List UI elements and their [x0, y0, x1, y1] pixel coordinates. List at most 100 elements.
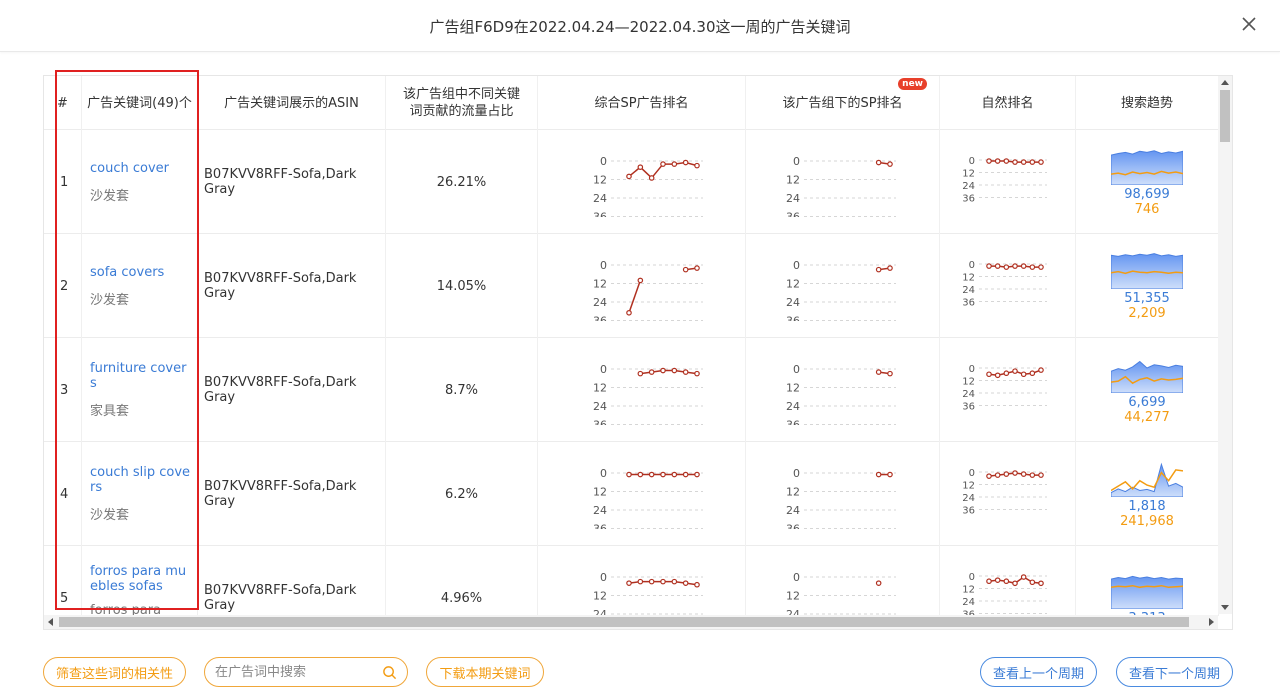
keyword-link[interactable]: sofa covers: [90, 265, 164, 280]
rank-axis-tick: 0: [600, 259, 607, 272]
group-sp-rank-chart: 0122436: [786, 571, 896, 616]
search-volume-area: [1111, 462, 1183, 497]
next-period-button[interactable]: 查看下一个周期: [1116, 657, 1233, 687]
search-volume-area: [1111, 253, 1183, 289]
search-rank: 746: [1134, 202, 1160, 217]
trend-values: 51,355 2,209: [1124, 291, 1170, 321]
rank-point: [1003, 158, 1009, 164]
asin-cell: B07KVV8RFF-Sofa,Dark Gray: [198, 130, 386, 234]
search-volume: 51,355: [1124, 291, 1170, 306]
keyword-link[interactable]: forros para muebles sofas: [90, 564, 193, 594]
rank-point: [1020, 159, 1026, 165]
rank-point: [886, 370, 893, 377]
rank-axis-tick: 24: [593, 296, 607, 309]
rank-point: [671, 367, 677, 374]
rank-axis-tick: 0: [968, 468, 974, 479]
rank-axis-tick: 36: [962, 194, 975, 205]
scroll-down-icon[interactable]: [1221, 605, 1229, 610]
rank-axis-tick: 12: [593, 278, 607, 291]
keyword-cell: couch slip covers 沙发套: [82, 442, 198, 546]
rank-point: [1020, 574, 1026, 580]
search-rank: 2,209: [1128, 306, 1166, 321]
sp-rank-chart: 0122436: [593, 467, 703, 529]
table-row: 2 sofa covers 沙发套 B07KVV8RFF-Sofa,Dark Gray…: [44, 234, 1219, 338]
rank-point: [637, 578, 643, 585]
rank-axis-tick: 36: [962, 298, 975, 309]
trend-values: 98,699 746: [1124, 187, 1170, 217]
close-icon[interactable]: [1240, 15, 1258, 33]
rank-point: [1011, 580, 1018, 587]
search-trend-cell: 6,699 44,277: [1076, 338, 1219, 442]
rank-point: [693, 370, 700, 377]
sp-rank-chart: 0122436: [593, 363, 703, 425]
rank-axis-tick: 12: [962, 273, 975, 284]
rank-axis-tick: 24: [593, 504, 607, 517]
rank-axis-tick: 24: [786, 192, 800, 205]
download-keywords-button[interactable]: 下载本期关键词: [426, 657, 544, 687]
rank-axis-tick: 12: [593, 174, 607, 187]
rank-point: [994, 158, 1000, 164]
vertical-scroll-thumb[interactable]: [1220, 90, 1230, 142]
rank-axis-tick: 0: [793, 571, 800, 584]
search-rank: 44,277: [1124, 410, 1170, 425]
rank-axis-tick: 24: [786, 400, 800, 413]
header-group-sp-rank: 该广告组下的SP排名 new: [746, 76, 940, 130]
rank-axis-tick: 0: [793, 467, 800, 480]
keyword-translation: 沙发套: [90, 508, 130, 523]
sp-rank-chart: 0122436: [593, 571, 703, 616]
rank-axis-tick: 12: [593, 590, 607, 603]
rank-point: [886, 161, 893, 167]
prev-period-button[interactable]: 查看上一个周期: [980, 657, 1097, 687]
rank-axis-tick: 12: [962, 585, 975, 596]
organic-rank-chart: 0122436: [962, 468, 1047, 517]
header-trend: 搜索趋势: [1076, 76, 1219, 130]
search-icon[interactable]: [382, 665, 397, 680]
rank-point: [671, 471, 677, 478]
table-row: 4 couch slip covers 沙发套 B07KVV8RFF-Sofa,Dar…: [44, 442, 1219, 546]
rank-point: [648, 471, 654, 478]
search-trend-chart: [1111, 575, 1183, 609]
rank-point: [1020, 371, 1026, 378]
keyword-link[interactable]: furniture covers: [90, 361, 193, 391]
rank-point: [886, 265, 893, 271]
search-trend-cell: 3,313: [1076, 546, 1219, 616]
scroll-left-icon[interactable]: [48, 618, 53, 626]
trend-values: 6,699 44,277: [1124, 395, 1170, 425]
filter-relevance-button[interactable]: 筛查这些词的相关性: [43, 657, 186, 687]
rank-point: [985, 158, 992, 164]
rank-point: [648, 175, 654, 181]
rank-point: [637, 471, 643, 478]
sp-rank-cell: 0 12 24 36: [538, 338, 746, 442]
organic-rank-chart: 0122436: [962, 572, 1047, 616]
dialog-footer: 筛查这些词的相关性 下载本期关键词 查看上一个周期 查看下一个周期: [0, 655, 1280, 689]
rank-axis-tick: 12: [786, 278, 800, 291]
group-sp-rank-chart: 0122436: [786, 467, 896, 529]
vertical-scrollbar[interactable]: [1218, 76, 1232, 614]
rank-point: [648, 578, 654, 585]
keyword-search-input[interactable]: [215, 663, 375, 681]
rank-point: [1003, 578, 1009, 585]
organic-rank-cell: 0 12 24 36: [940, 546, 1076, 616]
rank-point: [1003, 264, 1009, 270]
header-asin: 广告关键词展示的ASIN: [198, 76, 386, 130]
scroll-right-icon[interactable]: [1209, 618, 1214, 626]
rank-point: [1037, 472, 1044, 478]
rank-point: [693, 581, 700, 588]
table-row: 5forros para muebles sofasforros para mu…: [44, 546, 1219, 616]
rank-axis-tick: 0: [600, 467, 607, 480]
keyword-link[interactable]: couch cover: [90, 161, 169, 176]
traffic-share: 14.05%: [386, 234, 538, 338]
traffic-share: 6.2%: [386, 442, 538, 546]
keyword-link[interactable]: couch slip covers: [90, 465, 193, 495]
horizontal-scroll-thumb[interactable]: [59, 617, 1189, 627]
scroll-up-icon[interactable]: [1221, 80, 1229, 85]
rank-axis-tick: 0: [968, 364, 974, 375]
rank-point: [671, 161, 677, 167]
rank-point: [693, 162, 700, 169]
search-trend-chart: [1111, 462, 1183, 497]
rank-point: [659, 578, 666, 585]
row-index: 1: [44, 130, 82, 234]
rank-point: [1029, 579, 1035, 586]
horizontal-scrollbar[interactable]: [44, 615, 1218, 629]
new-badge: new: [898, 78, 927, 90]
